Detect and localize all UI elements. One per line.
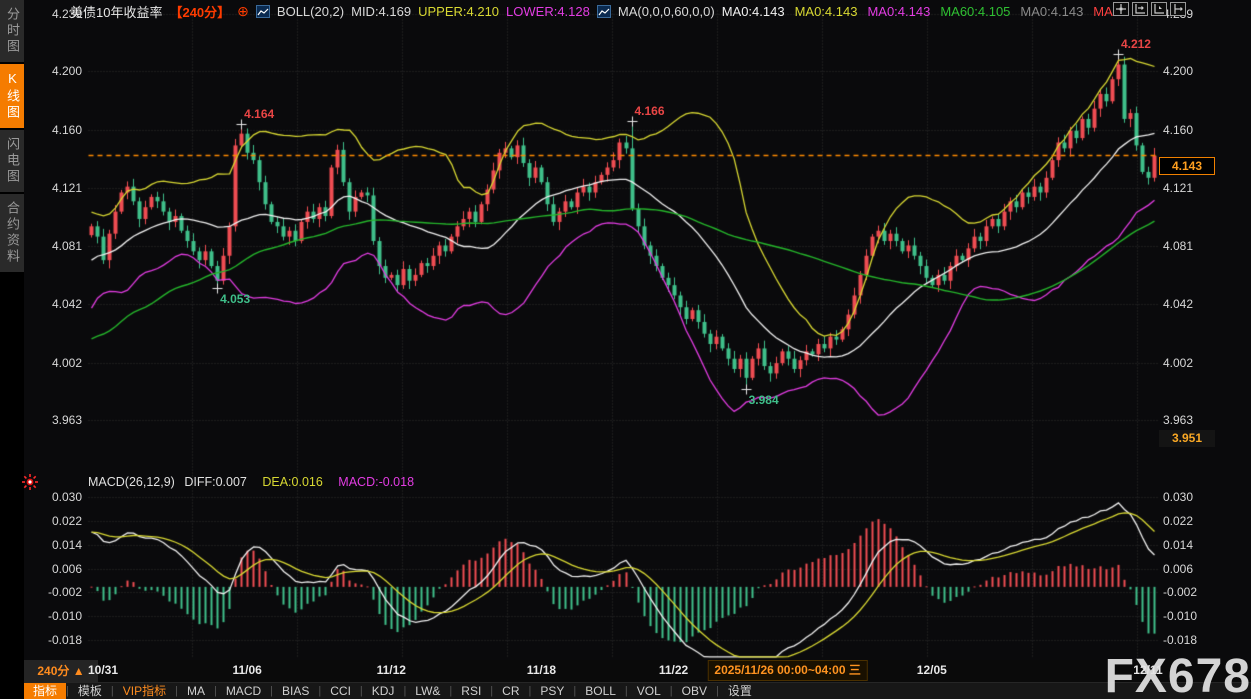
macd-macd-value: MACD:-0.018 <box>338 475 414 489</box>
bias-tab[interactable]: BIAS <box>273 683 318 699</box>
kline-chart-canvas[interactable] <box>0 0 1251 660</box>
boll-params-label: BOLL(20,2) <box>277 4 344 19</box>
macd-dea-value: DEA:0.016 <box>262 475 322 489</box>
ma-values-group: MA0:4.143 MA0:4.143 MA0:4.143 MA60:4.105 MA0… <box>722 4 1113 19</box>
add-indicator-icon[interactable]: ⊕ <box>237 3 249 20</box>
boll-upper-value: UPPER:4.210 <box>418 4 499 19</box>
macd-tick-left: 0.030 <box>26 490 82 504</box>
current-price-badge: 4.143 <box>1159 157 1215 175</box>
date-tick: 11/18 <box>527 663 556 677</box>
date-tick: 11/06 <box>232 663 261 677</box>
obv-tab[interactable]: OBV <box>673 683 716 699</box>
chart-app-window: 分时图K线图闪电图合约资料 美债10年收益率 【240分】 ⊕ BOLL(20,… <box>0 0 1251 699</box>
swing-high-label: 4.164 <box>244 107 274 121</box>
tab-contract-info[interactable]: 合约资料 <box>0 194 24 272</box>
indicator-toolbar: 指标|模板|VIP指标|MA|MACD|BIAS|CCI|KDJ|LW&|RSI… <box>0 682 1251 699</box>
pan-tool-icon[interactable] <box>1113 2 1129 16</box>
tab-flash-chart[interactable]: 闪电图 <box>0 130 24 192</box>
range-low-badge: 3.951 <box>1159 430 1215 447</box>
price-tick-left: 4.081 <box>26 239 82 253</box>
boll-mid-value: MID:4.169 <box>351 4 411 19</box>
macd-tick-left: 0.014 <box>26 538 82 552</box>
price-tick-right: 3.963 <box>1163 413 1219 427</box>
swing-low-label: 3.984 <box>749 393 779 407</box>
macd-tick-left: 0.006 <box>26 562 82 576</box>
lw-tab[interactable]: LW& <box>406 683 449 699</box>
ma-value-1: MA0:4.143 <box>795 4 858 19</box>
left-sidebar: 分时图K线图闪电图合约资料 <box>0 0 24 699</box>
date-tick: 12/05 <box>917 663 947 677</box>
swing-high-label: 4.166 <box>635 104 665 118</box>
macd-tick-right: -0.010 <box>1163 609 1219 623</box>
date-tick: 11/22 <box>659 663 688 677</box>
instrument-title: 美债10年收益率 <box>70 2 162 21</box>
date-tick: 11/12 <box>377 663 406 677</box>
fx678-watermark: FX678 <box>1105 653 1251 699</box>
price-tick-right: 4.160 <box>1163 123 1219 137</box>
template-tab[interactable]: 模板 <box>69 683 111 699</box>
ma-value-3: MA60:4.105 <box>940 4 1010 19</box>
vol-tab[interactable]: VOL <box>628 683 670 699</box>
macd-header: MACD(26,12,9) DIFF:0.007 DEA:0.016 MACD:… <box>88 475 414 489</box>
ma-mini-chart-icon <box>597 5 611 18</box>
ma-value-5: MA <box>1093 4 1113 19</box>
live-burst-icon <box>21 473 39 491</box>
macd-tick-right: -0.018 <box>1163 633 1219 647</box>
price-tick-right: 4.002 <box>1163 356 1219 370</box>
period-label[interactable]: 【240分】 <box>169 2 230 21</box>
swing-low-label: 4.053 <box>220 292 250 306</box>
macd-tick-left: 0.022 <box>26 514 82 528</box>
cci-tab[interactable]: CCI <box>321 683 360 699</box>
hovered-bar-date-box: 2025/11/26 00:00~04:00 三 <box>707 660 867 681</box>
price-tick-left: 4.160 <box>26 123 82 137</box>
tab-kline-chart[interactable]: K线图 <box>0 64 24 128</box>
macd-tick-right: 0.022 <box>1163 514 1219 528</box>
indicator-tab[interactable]: 指标 <box>24 683 66 699</box>
vip-indicator-tab[interactable]: VIP指标 <box>114 683 175 699</box>
macd-tick-right: -0.002 <box>1163 585 1219 599</box>
boll-mini-chart-icon <box>256 5 270 18</box>
swing-high-label: 4.212 <box>1121 37 1151 51</box>
price-tick-left: 4.121 <box>26 181 82 195</box>
price-tick-right: 4.121 <box>1163 181 1219 195</box>
boll-lower-value: LOWER:4.128 <box>506 4 590 19</box>
price-tick-left: 3.963 <box>26 413 82 427</box>
kdj-tab[interactable]: KDJ <box>363 683 404 699</box>
psy-tab[interactable]: PSY <box>531 683 573 699</box>
chart-header: 美债10年收益率 【240分】 ⊕ BOLL(20,2) MID:4.169 U… <box>70 2 1113 20</box>
rsi-tab[interactable]: RSI <box>452 683 490 699</box>
macd-tick-left: -0.002 <box>26 585 82 599</box>
price-tick-left: 4.200 <box>26 64 82 78</box>
macd-tick-left: -0.018 <box>26 633 82 647</box>
date-tick: 10/31 <box>88 663 118 677</box>
macd-tick-left: -0.010 <box>26 609 82 623</box>
macd-params-label: MACD(26,12,9) <box>88 475 175 489</box>
chart-tool-icons <box>1113 2 1186 16</box>
settings-tab[interactable]: 设置 <box>719 683 761 699</box>
price-tick-right: 4.081 <box>1163 239 1219 253</box>
date-axis-row: 240分 ▲ 10/3111/0611/1211/1811/2212/0512/… <box>0 660 1251 682</box>
cr-tab[interactable]: CR <box>493 683 528 699</box>
macd-tab[interactable]: MACD <box>217 683 270 699</box>
macd-diff-value: DIFF:0.007 <box>184 475 247 489</box>
price-tick-left: 4.042 <box>26 297 82 311</box>
boll-tab[interactable]: BOLL <box>576 683 625 699</box>
axis-shift-icon[interactable] <box>1170 2 1186 16</box>
price-tick-right: 4.200 <box>1163 64 1219 78</box>
period-chip[interactable]: 240分 ▲ <box>24 660 98 682</box>
ma-value-0: MA0:4.143 <box>722 4 785 19</box>
ma-tab[interactable]: MA <box>178 683 214 699</box>
axis-scale-y-icon[interactable] <box>1151 2 1167 16</box>
price-tick-right: 4.042 <box>1163 297 1219 311</box>
ma-params-label: MA(0,0,0,60,0,0) <box>618 4 715 19</box>
price-tick-left: 4.002 <box>26 356 82 370</box>
tab-time-chart[interactable]: 分时图 <box>0 0 24 62</box>
axis-scale-x-icon[interactable] <box>1132 2 1148 16</box>
macd-tick-right: 0.014 <box>1163 538 1219 552</box>
ma-value-2: MA0:4.143 <box>867 4 930 19</box>
macd-tick-right: 0.006 <box>1163 562 1219 576</box>
ma-value-4: MA0:4.143 <box>1020 4 1083 19</box>
macd-tick-right: 0.030 <box>1163 490 1219 504</box>
